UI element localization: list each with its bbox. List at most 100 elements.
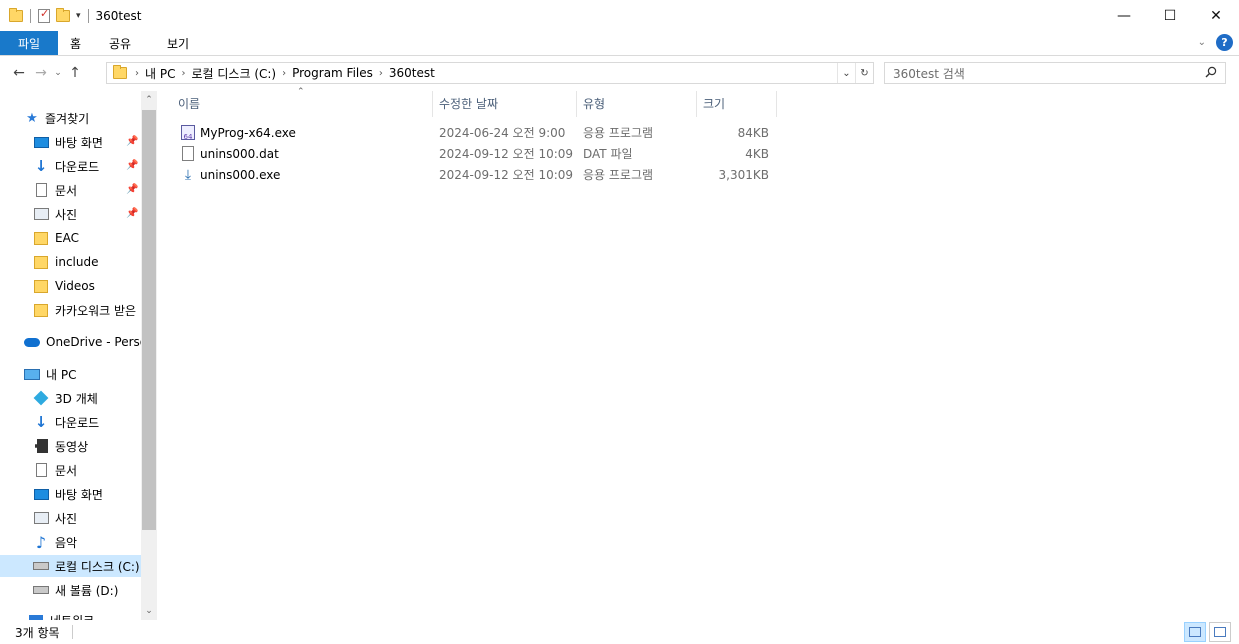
scroll-up-icon[interactable]: ⌃ [141,91,157,109]
sidebar-item-pc-documents[interactable]: 문서 [33,459,77,481]
file-type: 응용 프로그램 [583,126,654,140]
sidebar-item-label: 로컬 디스크 (C:) [55,559,140,574]
up-arrow-icon[interactable]: ↑ [64,65,86,81]
pin-icon[interactable]: 📌 [126,136,138,147]
sidebar-item-volume-d[interactable]: 새 볼륨 (D:) [33,579,118,601]
tab-share[interactable]: 공유 [94,31,147,55]
folder-icon [113,65,127,79]
sidebar-item-kakaowork[interactable]: 카카오워크 받은 [33,299,136,321]
address-history-icon[interactable]: ⌄ [837,63,855,83]
sidebar-item-label: 사진 [55,207,78,222]
maximize-button[interactable]: ☐ [1147,0,1193,31]
sidebar-item-label: 문서 [55,183,78,198]
breadcrumb-program-files[interactable]: Program Files [292,66,373,80]
sidebar-item-documents[interactable]: 문서 [33,179,77,201]
sidebar-item-label: 바탕 화면 [55,135,103,150]
folder-icon [33,230,49,246]
file-name: MyProg-x64.exe [200,125,296,140]
tab-view[interactable]: 보기 [147,31,189,55]
sidebar-item-label: 음악 [55,535,78,550]
breadcrumb-separator[interactable]: › [282,68,286,79]
sidebar-item-label: 동영상 [55,439,89,454]
breadcrumb-separator[interactable]: › [379,68,383,79]
scroll-down-icon[interactable]: ⌄ [141,602,157,620]
column-divider[interactable] [432,91,433,117]
document-icon [33,462,49,478]
forward-arrow-icon[interactable]: → [30,65,52,81]
file-row[interactable]: 64 MyProg-x64.exe 2024-06-24 오전 9:00 응용 … [178,122,778,143]
breadcrumb-local-disk[interactable]: 로컬 디스크 (C:) [191,65,276,82]
pin-icon[interactable]: 📌 [126,184,138,195]
sidebar-item-eac[interactable]: EAC [33,227,79,249]
new-folder-icon[interactable] [56,7,70,22]
column-divider[interactable] [696,91,697,117]
large-icons-view-button[interactable] [1209,622,1231,642]
sidebar-item-pc-downloads[interactable]: ↓ 다운로드 [33,411,99,433]
file-row[interactable]: ⤓ unins000.exe 2024-09-12 오전 10:09 응용 프로… [178,164,778,185]
file-name: unins000.exe [200,167,281,182]
sidebar-scrollbar-thumb[interactable] [142,110,156,530]
pin-icon[interactable]: 📌 [126,160,138,171]
search-icon[interactable] [1205,66,1217,78]
breadcrumb-separator[interactable]: › [135,68,139,79]
sidebar-item-pc-videos[interactable]: 동영상 [33,435,88,457]
file-type: DAT 파일 [583,147,633,161]
local-disk-icon [33,558,49,574]
sidebar-item-downloads[interactable]: ↓ 다운로드 [33,155,99,177]
sidebar-item-network[interactable]: 네트워크 [28,609,94,620]
ribbon-tabs: 파일 홈 공유 보기 ⌄ ? [0,31,1239,56]
sidebar-item-pc-desktop[interactable]: 바탕 화면 [33,483,103,505]
breadcrumb-this-pc[interactable]: 내 PC [145,65,175,82]
column-divider[interactable] [776,91,777,117]
refresh-icon[interactable]: ↻ [855,63,873,83]
sidebar-quick-access[interactable]: ★ 즐겨찾기 [25,107,89,129]
cloud-icon [24,334,40,350]
column-divider[interactable] [576,91,577,117]
sidebar-item-label: 3D 개체 [55,391,98,406]
breadcrumb-separator[interactable]: › [181,68,185,79]
breadcrumb-current[interactable]: 360test [389,66,435,80]
sidebar-item-onedrive[interactable]: OneDrive - Persor [24,331,152,353]
file-row[interactable]: unins000.dat 2024-09-12 오전 10:09 DAT 파일 … [178,143,778,164]
column-header-type[interactable]: 유형 [583,91,605,115]
file-size: 3,301KB [718,167,769,182]
ribbon-right: ⌄ ? [1198,34,1233,51]
properties-icon[interactable] [38,7,50,23]
sidebar-item-3d-objects[interactable]: 3D 개체 [33,387,98,409]
download-icon: ↓ [34,413,48,431]
address-bar[interactable]: › 내 PC › 로컬 디스크 (C:) › Program Files › 3… [106,62,874,84]
volume-icon [33,582,49,598]
file-name: unins000.dat [200,146,279,161]
sidebar-item-pictures[interactable]: 사진 [33,203,77,225]
minimize-button[interactable]: — [1101,0,1147,31]
sidebar-item-videos[interactable]: Videos [33,275,95,297]
file-modified: 2024-06-24 오전 9:00 [439,126,566,140]
pin-icon[interactable]: 📌 [126,208,138,219]
search-input[interactable]: 360test 검색 [884,62,1226,84]
search-placeholder: 360test 검색 [893,66,965,81]
folder-icon[interactable] [9,7,23,22]
item-count: 3개 항목 [15,625,60,640]
column-header-size[interactable]: 크기 [703,91,725,115]
recent-locations-icon[interactable]: ⌄ [52,68,64,78]
view-switcher [1184,622,1231,642]
details-view-button[interactable] [1184,622,1206,642]
close-button[interactable]: ✕ [1193,0,1239,31]
help-icon[interactable]: ? [1216,34,1233,51]
sidebar-item-local-disk[interactable]: 로컬 디스크 (C:) [0,555,141,577]
expand-ribbon-icon[interactable]: ⌄ [1198,37,1206,48]
sidebar-item-this-pc[interactable]: 내 PC [24,363,76,385]
customize-toolbar-icon[interactable]: ▾ [76,11,81,21]
sidebar-item-label: 다운로드 [55,415,100,430]
tab-home[interactable]: 홈 [58,31,94,55]
computer-icon [24,366,40,382]
sidebar-item-desktop[interactable]: 바탕 화면 [33,131,103,153]
sidebar-item-pc-pictures[interactable]: 사진 [33,507,77,529]
tab-file[interactable]: 파일 [0,31,58,55]
sidebar-item-pc-music[interactable]: ♪ 음악 [33,531,77,553]
column-header-modified[interactable]: 수정한 날짜 [439,91,498,115]
back-arrow-icon[interactable]: ← [8,65,30,81]
sidebar-item-include[interactable]: include [33,251,98,273]
column-header-name[interactable]: 이름 [178,91,200,115]
window-controls: — ☐ ✕ [1101,0,1239,31]
